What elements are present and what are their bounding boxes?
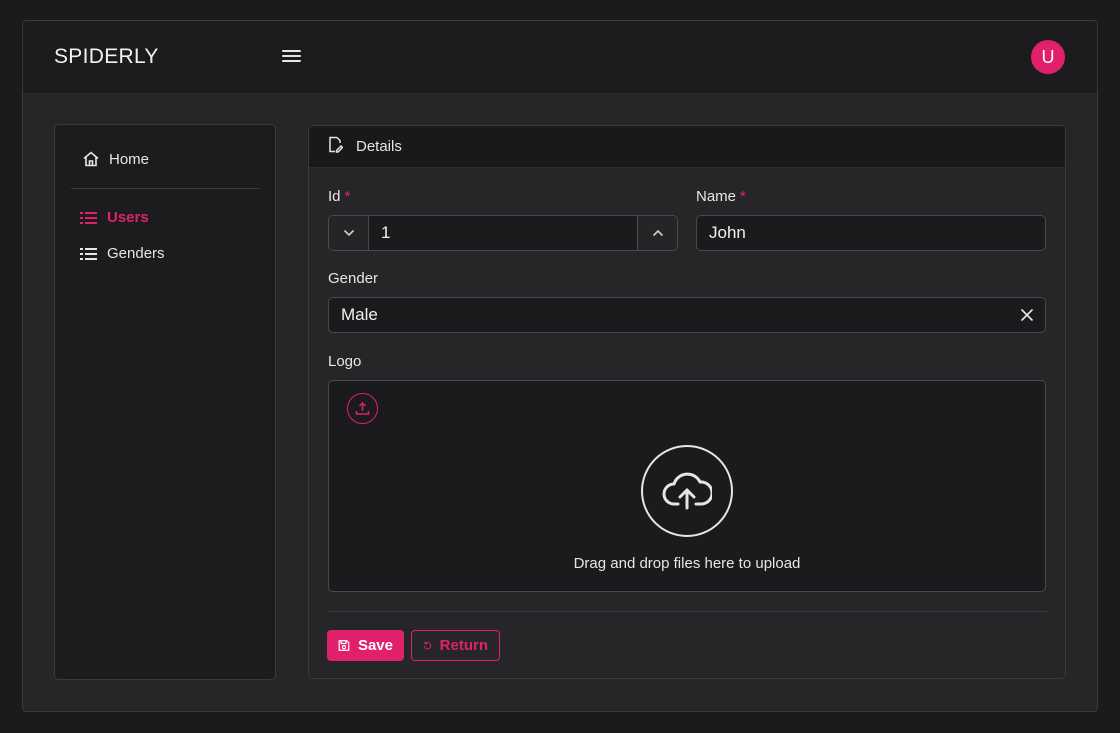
increment-button[interactable] xyxy=(637,216,677,250)
menu-toggle-button[interactable] xyxy=(281,47,303,67)
sidebar-item-genders[interactable]: Genders xyxy=(80,245,165,262)
decrement-button[interactable] xyxy=(329,216,369,250)
id-value[interactable]: 1 xyxy=(369,223,637,243)
save-label: Save xyxy=(357,637,393,654)
actions-divider xyxy=(327,611,1047,612)
undo-icon xyxy=(423,641,432,650)
panel-header: Details xyxy=(309,126,1065,168)
id-stepper[interactable]: 1 xyxy=(328,215,678,251)
user-avatar[interactable]: U xyxy=(1031,40,1065,74)
upload-button[interactable] xyxy=(347,393,378,424)
sidebar-divider xyxy=(71,188,259,189)
required-mark: * xyxy=(344,188,351,205)
name-label: Name * xyxy=(696,188,746,205)
required-mark: * xyxy=(740,188,746,205)
save-button[interactable]: Save xyxy=(327,630,404,661)
gender-select[interactable]: Male xyxy=(328,297,1046,333)
gender-label: Gender xyxy=(328,270,379,287)
close-icon xyxy=(1020,308,1034,322)
chevron-up-icon xyxy=(652,229,663,237)
name-value[interactable]: John xyxy=(697,223,1045,243)
edit-document-icon xyxy=(309,136,344,158)
sidebar-item-label: Users xyxy=(107,209,149,226)
panel-body: Id * 1 Name * John Gender Male Logo Drag… xyxy=(309,168,1065,678)
dropzone-text: Drag and drop files here to upload xyxy=(573,555,801,572)
topbar: SPIDERLY U xyxy=(23,21,1097,94)
sidebar-item-label: Genders xyxy=(107,245,165,262)
upload-icon xyxy=(355,401,370,415)
sidebar-item-users[interactable]: Users xyxy=(80,209,149,226)
logo-dropzone[interactable]: Drag and drop files here to upload xyxy=(328,380,1046,592)
save-icon xyxy=(338,640,350,651)
app-frame: SPIDERLY U Home Users Genders Details Id… xyxy=(22,20,1098,712)
return-label: Return xyxy=(439,637,488,654)
name-input[interactable]: John xyxy=(696,215,1046,251)
sidebar-item-home[interactable]: Home xyxy=(82,150,149,168)
list-icon xyxy=(80,210,98,226)
hamburger-icon xyxy=(282,50,301,52)
cloud-upload-icon xyxy=(641,445,733,537)
logo-label: Logo xyxy=(328,353,362,370)
chevron-down-icon xyxy=(343,229,354,237)
details-panel: Details Id * 1 Name * John Gender Male L… xyxy=(308,125,1066,679)
list-icon xyxy=(80,246,98,262)
clear-button[interactable] xyxy=(1009,298,1045,332)
sidebar-item-label: Home xyxy=(109,150,150,168)
home-icon xyxy=(82,150,100,168)
brand-logo[interactable]: SPIDERLY xyxy=(54,45,159,69)
sidebar: Home Users Genders xyxy=(54,124,276,680)
panel-title: Details xyxy=(356,138,402,155)
return-button[interactable]: Return xyxy=(411,630,500,661)
gender-value[interactable]: Male xyxy=(329,305,1009,325)
id-label: Id * xyxy=(328,188,351,205)
